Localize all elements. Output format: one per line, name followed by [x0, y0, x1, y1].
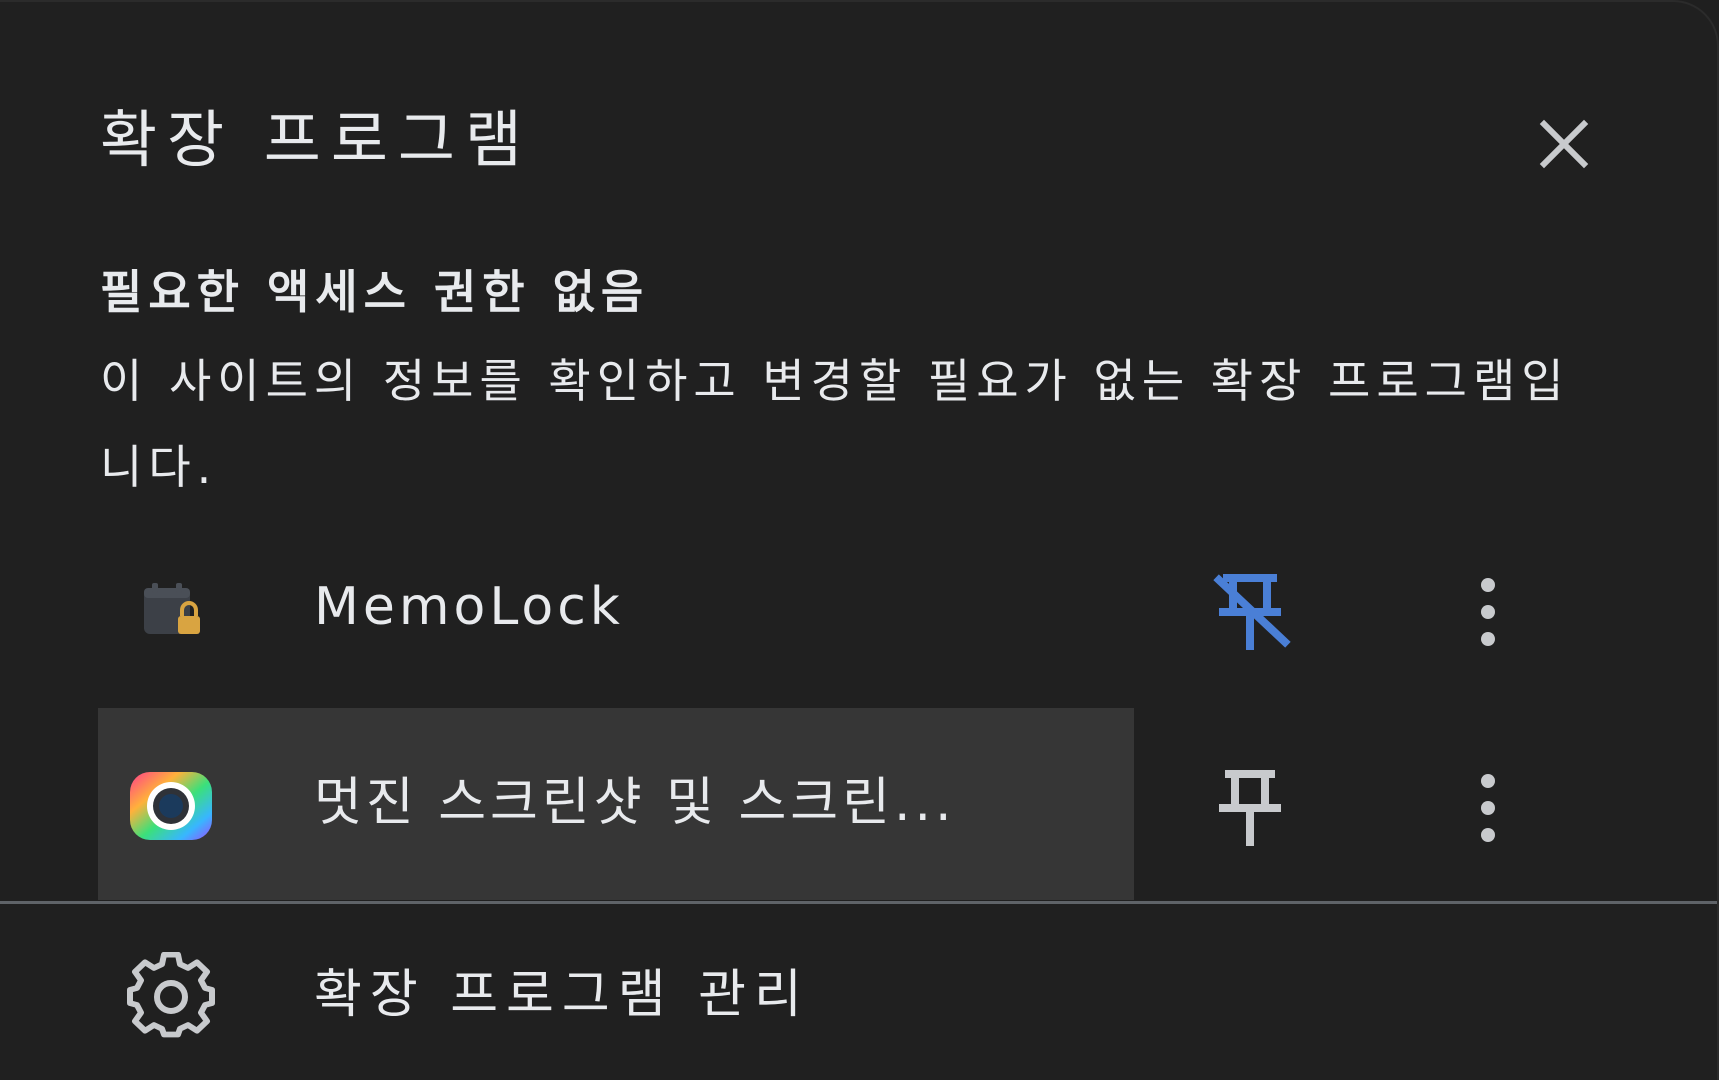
awesome-screenshot-icon [128, 763, 214, 849]
more-vert-icon [1481, 578, 1495, 646]
pin-button[interactable] [1200, 758, 1300, 858]
pin-icon [1219, 770, 1281, 846]
divider [0, 901, 1717, 904]
section-description: 이 사이트의 정보를 확인하고 변경할 필요가 없는 확장 프로그램입니다. [100, 354, 1570, 494]
extension-name: MemoLock [314, 577, 624, 637]
memolock-icon [128, 567, 214, 653]
more-options-button[interactable] [1438, 758, 1538, 858]
extension-row-memolock[interactable]: MemoLock [98, 512, 1134, 704]
manage-extensions-button[interactable]: 확장 프로그램 관리 [98, 932, 1598, 1062]
unpin-icon [1213, 574, 1291, 650]
more-options-button[interactable] [1438, 562, 1538, 662]
popup-title: 확장 프로그램 [100, 103, 532, 176]
extension-name: 멋진 스크린샷 및 스크린... [314, 773, 956, 833]
section-heading: 필요한 액세스 권한 없음 [100, 265, 650, 319]
close-button[interactable] [1530, 110, 1598, 178]
gear-icon [127, 952, 215, 1038]
extension-row-awesome-screenshot[interactable]: 멋진 스크린샷 및 스크린... [98, 708, 1134, 900]
more-vert-icon [1481, 774, 1495, 842]
manage-extensions-label: 확장 프로그램 관리 [314, 965, 810, 1025]
extensions-popup: 확장 프로그램 필요한 액세스 권한 없음 이 사이트의 정보를 확인하고 변경… [0, 0, 1719, 1080]
close-icon [1539, 119, 1589, 169]
unpin-button[interactable] [1200, 562, 1300, 662]
